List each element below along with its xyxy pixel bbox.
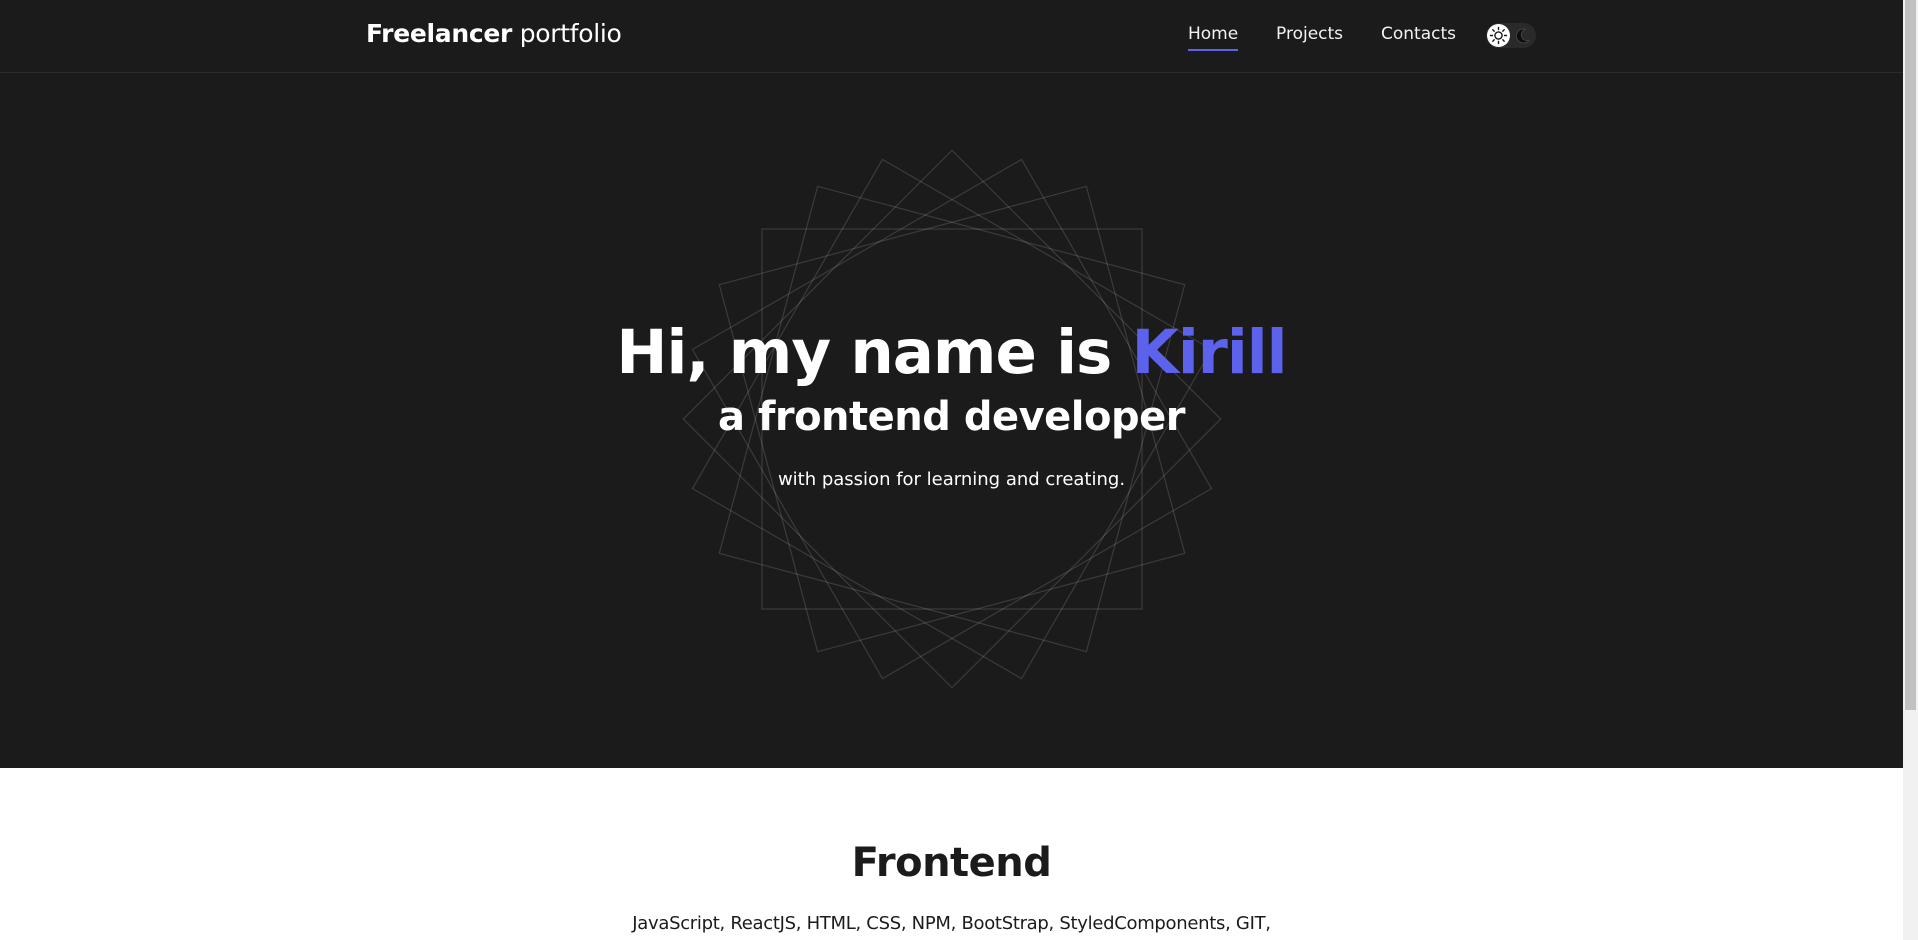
site-logo[interactable]: Freelancer portfolio [366, 18, 622, 50]
logo-bold-text: Freelancer [366, 19, 513, 48]
theme-toggle[interactable] [1486, 23, 1536, 48]
hero-title-prefix: Hi, my name is [616, 317, 1112, 388]
hero-title-name: Kirill [1131, 317, 1288, 388]
toggle-knob [1487, 24, 1510, 47]
hero-title: Hi, my name is Kirill [0, 317, 1903, 389]
scrollbar-thumb[interactable] [1905, 0, 1916, 710]
logo-light-text: portfolio [519, 19, 622, 48]
hero-tagline: with passion for learning and creating. [777, 469, 1126, 490]
page: Freelancer portfolio Home Projects Conta… [0, 0, 1903, 940]
frontend-skills-list: JavaScript, ReactJS, HTML, CSS, NPM, Boo… [632, 913, 1271, 934]
browser-viewport: Freelancer portfolio Home Projects Conta… [0, 0, 1918, 940]
site-header: Freelancer portfolio Home Projects Conta… [0, 0, 1903, 73]
frontend-section-title: Frontend [851, 840, 1052, 886]
hero-subtitle: a frontend developer [718, 394, 1185, 440]
sun-icon [1489, 26, 1508, 45]
nav-link-contacts[interactable]: Contacts [1381, 22, 1456, 46]
page-scrollbar[interactable] [1903, 0, 1918, 940]
moon-icon [1516, 28, 1530, 44]
hero-section: Hi, my name is Kirill a frontend develop… [0, 73, 1903, 768]
nav-link-home[interactable]: Home [1188, 22, 1239, 51]
nav-link-projects[interactable]: Projects [1276, 22, 1343, 46]
